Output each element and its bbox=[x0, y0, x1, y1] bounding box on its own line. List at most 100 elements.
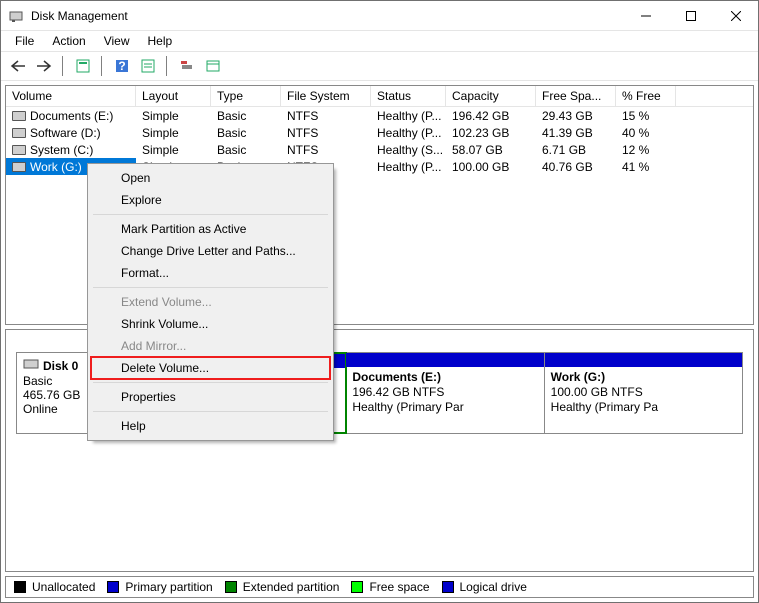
legend-label: Primary partition bbox=[125, 580, 212, 594]
partition-body: Work (G:)100.00 GB NTFSHealthy (Primary … bbox=[545, 367, 742, 418]
volume-header-row: Volume Layout Type File System Status Ca… bbox=[6, 86, 753, 107]
legend-swatch bbox=[442, 581, 454, 593]
volume-status: Healthy (S... bbox=[371, 141, 446, 158]
legend-swatch bbox=[351, 581, 363, 593]
volume-row[interactable]: System (C:) SimpleBasicNTFSHealthy (S...5… bbox=[6, 141, 753, 158]
volume-layout: Simple bbox=[136, 141, 211, 158]
settings-icon[interactable] bbox=[72, 55, 94, 77]
volume-pct: 41 % bbox=[616, 158, 676, 175]
col-capacity[interactable]: Capacity bbox=[446, 86, 536, 106]
svg-text:?: ? bbox=[118, 59, 125, 73]
volume-free: 40.76 GB bbox=[536, 158, 616, 175]
volume-pct: 15 % bbox=[616, 107, 676, 124]
context-menu-item: Extend Volume... bbox=[91, 291, 330, 313]
partition-header bbox=[545, 353, 742, 367]
drive-icon bbox=[12, 111, 26, 121]
col-freespace[interactable]: Free Spa... bbox=[536, 86, 616, 106]
volume-free: 29.43 GB bbox=[536, 107, 616, 124]
context-menu-item[interactable]: Explore bbox=[91, 189, 330, 211]
context-menu-item[interactable]: Shrink Volume... bbox=[91, 313, 330, 335]
disk-type: Basic bbox=[23, 374, 95, 388]
volume-capacity: 102.23 GB bbox=[446, 124, 536, 141]
col-volume[interactable]: Volume bbox=[6, 86, 136, 106]
volume-row[interactable]: Documents (E:)SimpleBasicNTFSHealthy (P.… bbox=[6, 107, 753, 124]
volume-layout: Simple bbox=[136, 124, 211, 141]
legend-swatch bbox=[14, 581, 26, 593]
volume-free: 6.71 GB bbox=[536, 141, 616, 158]
volume-name: Software (D:) bbox=[30, 126, 101, 140]
context-menu-item[interactable]: Delete Volume... bbox=[91, 357, 330, 379]
col-pctfree[interactable]: % Free bbox=[616, 86, 676, 106]
volume-status: Healthy (P... bbox=[371, 124, 446, 141]
partition[interactable]: Work (G:)100.00 GB NTFSHealthy (Primary … bbox=[545, 353, 742, 433]
volume-fs: NTFS bbox=[281, 124, 371, 141]
list-icon[interactable] bbox=[137, 55, 159, 77]
close-button[interactable] bbox=[713, 1, 758, 30]
drive-icon bbox=[12, 145, 26, 155]
caption-buttons bbox=[623, 1, 758, 30]
context-menu: OpenExplore Mark Partition as ActiveChang… bbox=[87, 163, 334, 441]
col-filesystem[interactable]: File System bbox=[281, 86, 371, 106]
context-menu-item[interactable]: Mark Partition as Active bbox=[91, 218, 330, 240]
help-icon[interactable]: ? bbox=[111, 55, 133, 77]
forward-button[interactable] bbox=[33, 55, 55, 77]
context-menu-separator bbox=[93, 382, 328, 383]
toolbar-separator bbox=[166, 56, 167, 76]
minimize-button[interactable] bbox=[623, 1, 668, 30]
context-menu-item[interactable]: Open bbox=[91, 167, 330, 189]
drive-icon bbox=[12, 128, 26, 138]
volume-type: Basic bbox=[211, 124, 281, 141]
volume-name: Documents (E:) bbox=[30, 109, 113, 123]
toolbar-separator bbox=[62, 56, 63, 76]
volume-fs: NTFS bbox=[281, 107, 371, 124]
disk-status: Online bbox=[23, 402, 95, 416]
volume-name: Work (G:) bbox=[30, 160, 82, 174]
volume-pct: 40 % bbox=[616, 124, 676, 141]
disk-icon bbox=[23, 357, 39, 374]
refresh-icon[interactable] bbox=[176, 55, 198, 77]
menu-action[interactable]: Action bbox=[44, 32, 93, 50]
volume-free: 41.39 GB bbox=[536, 124, 616, 141]
maximize-button[interactable] bbox=[668, 1, 713, 30]
window-title: Disk Management bbox=[31, 9, 623, 23]
legend: UnallocatedPrimary partitionExtended par… bbox=[5, 576, 754, 598]
toolbar: ? bbox=[1, 51, 758, 81]
context-menu-separator bbox=[93, 411, 328, 412]
menubar: File Action View Help bbox=[1, 31, 758, 51]
partition-body: Documents (E:)196.42 GB NTFSHealthy (Pri… bbox=[346, 367, 543, 418]
titlebar: Disk Management bbox=[1, 1, 758, 31]
volume-status: Healthy (P... bbox=[371, 158, 446, 175]
disk-management-window: Disk Management File Action View Help ? … bbox=[0, 0, 759, 603]
partition[interactable]: Documents (E:)196.42 GB NTFSHealthy (Pri… bbox=[346, 353, 544, 433]
volume-type: Basic bbox=[211, 141, 281, 158]
legend-label: Logical drive bbox=[460, 580, 527, 594]
col-status[interactable]: Status bbox=[371, 86, 446, 106]
context-menu-item[interactable]: Change Drive Letter and Paths... bbox=[91, 240, 330, 262]
menu-view[interactable]: View bbox=[96, 32, 138, 50]
volume-capacity: 100.00 GB bbox=[446, 158, 536, 175]
back-button[interactable] bbox=[7, 55, 29, 77]
disk-size: 465.76 GB bbox=[23, 388, 95, 402]
legend-swatch bbox=[225, 581, 237, 593]
context-menu-item[interactable]: Help bbox=[91, 415, 330, 437]
legend-label: Extended partition bbox=[243, 580, 340, 594]
volume-type: Basic bbox=[211, 107, 281, 124]
context-menu-separator bbox=[93, 287, 328, 288]
volume-capacity: 58.07 GB bbox=[446, 141, 536, 158]
volume-row[interactable]: Software (D:) SimpleBasicNTFSHealthy (P..… bbox=[6, 124, 753, 141]
drive-icon bbox=[12, 162, 26, 172]
menu-file[interactable]: File bbox=[7, 32, 42, 50]
menu-help[interactable]: Help bbox=[140, 32, 181, 50]
volume-layout: Simple bbox=[136, 107, 211, 124]
context-menu-item[interactable]: Properties bbox=[91, 386, 330, 408]
properties-icon[interactable] bbox=[202, 55, 224, 77]
volume-capacity: 196.42 GB bbox=[446, 107, 536, 124]
partition-header bbox=[346, 353, 543, 367]
col-type[interactable]: Type bbox=[211, 86, 281, 106]
legend-label: Free space bbox=[369, 580, 429, 594]
col-layout[interactable]: Layout bbox=[136, 86, 211, 106]
context-menu-item[interactable]: Format... bbox=[91, 262, 330, 284]
volume-fs: NTFS bbox=[281, 141, 371, 158]
volume-name: System (C:) bbox=[30, 143, 93, 157]
volume-pct: 12 % bbox=[616, 141, 676, 158]
